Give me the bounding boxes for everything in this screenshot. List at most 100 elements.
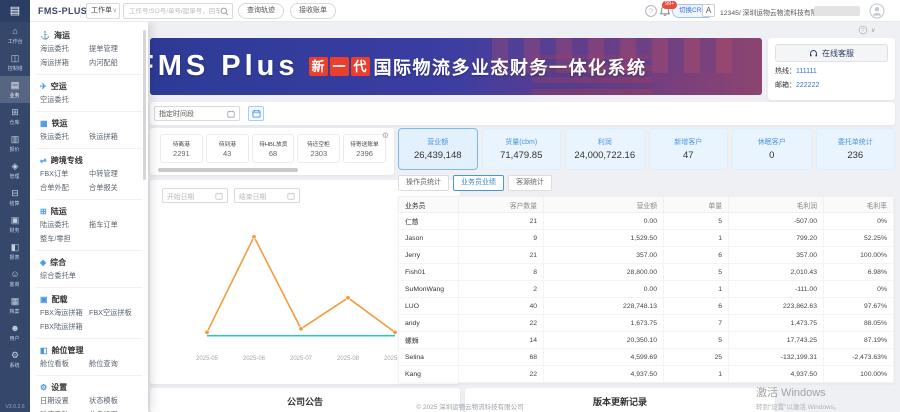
table-row[interactable]: andy221,673.7571,473.7588.05% bbox=[399, 315, 894, 332]
end-date-input[interactable]: 结束日期 bbox=[234, 188, 300, 203]
online-service-button[interactable]: 在线客服 bbox=[775, 44, 888, 62]
menu-item-consol-outsource[interactable]: 合单外配 bbox=[40, 181, 89, 195]
horizontal-scrollbar[interactable] bbox=[158, 168, 298, 172]
font-size-toggle[interactable]: A bbox=[702, 4, 715, 17]
stat-card-dormant-customers[interactable]: 休眠客户0 bbox=[732, 128, 812, 170]
tab-operator-stats[interactable]: 操作员统计 bbox=[398, 175, 449, 191]
divider bbox=[36, 287, 142, 288]
report-icon: ◧ bbox=[11, 242, 20, 252]
table-row[interactable]: SuMonWang20.001-111.000% bbox=[399, 281, 894, 298]
sidebar-item-quotation[interactable]: ▥报价 bbox=[0, 130, 30, 157]
sidebar-item-settlement[interactable]: ⊟结算 bbox=[0, 184, 30, 211]
sidebar-item-archives[interactable]: ▦档案 bbox=[0, 292, 30, 319]
menu-section-composite: ◈综合 综合委托单 bbox=[40, 255, 138, 283]
menu-item-status-template[interactable]: 状态模板 bbox=[89, 394, 138, 408]
search-input[interactable] bbox=[129, 8, 220, 15]
receive-bill-button[interactable]: 接收账单 bbox=[290, 3, 336, 19]
tab-customer-source[interactable]: 客源统计 bbox=[508, 175, 552, 191]
menu-section-stowage: ▣配载 FBX海运拼箱 FBX空运拼板 FBX陆运拼箱 bbox=[40, 292, 138, 334]
table-row[interactable]: 螺蛳1420,350.10517,743.2587.19% bbox=[399, 332, 894, 349]
archive-icon: ▦ bbox=[11, 296, 20, 306]
sidebar-item-business[interactable]: ▤业务 bbox=[0, 76, 30, 103]
app-logo[interactable]: ▤ bbox=[0, 0, 30, 22]
date-picker-button[interactable] bbox=[248, 106, 264, 121]
stat-card-new-customers[interactable]: 新增客户47 bbox=[649, 128, 729, 170]
menu-section-air: ✈空运 空运委托 bbox=[40, 79, 138, 107]
finance-icon: ▣ bbox=[11, 215, 20, 225]
menu-item-composite-booking[interactable]: 综合委托单 bbox=[40, 269, 89, 283]
menu-item-date-settings[interactable]: 日期设置 bbox=[40, 394, 89, 408]
menu-item-slot-query[interactable]: 舱位查询 bbox=[89, 357, 138, 371]
menu-item-bl-management[interactable]: 提单管理 bbox=[89, 42, 138, 56]
stat-card-booking-count[interactable]: 委托单统计236 bbox=[816, 128, 896, 170]
business-icon: ▤ bbox=[11, 80, 20, 90]
sidebar-item-control-tower[interactable]: ◫控制塔 bbox=[0, 49, 30, 76]
tab-sales-performance[interactable]: 业务员业绩 bbox=[453, 175, 504, 191]
time-range-select[interactable]: 指定时间段 bbox=[154, 106, 240, 121]
sidebar-item-warehouse[interactable]: ⊞仓库 bbox=[0, 103, 30, 130]
truck-icon: ⊞ bbox=[40, 207, 47, 216]
menu-item-land-booking[interactable]: 陆运委托 bbox=[40, 218, 89, 232]
menu-item-ocean-lcl[interactable]: 海运拼箱 bbox=[40, 56, 89, 70]
mail-value[interactable]: 222222 bbox=[796, 82, 819, 89]
menu-item-fbx-air-build[interactable]: FBX空运拼板 bbox=[89, 306, 138, 320]
gear-icon[interactable]: ⚙ bbox=[382, 131, 389, 140]
badge-char: 新 bbox=[309, 57, 328, 76]
online-service-label: 在线客服 bbox=[822, 48, 854, 59]
menu-item-fbx-land-lcl[interactable]: FBX陆运拼箱 bbox=[40, 320, 89, 334]
menu-item-difficulty-factor[interactable]: 难度系数 bbox=[40, 408, 89, 412]
menu-item-ftl-ltl[interactable]: 整车/零担 bbox=[40, 232, 89, 246]
table-row[interactable]: Jerry21357.006357.00100.00% bbox=[399, 247, 894, 264]
menu-item-river-feeder[interactable]: 内河配船 bbox=[89, 56, 138, 70]
chip-arrive-pending[interactable]: 待到港43 bbox=[206, 134, 249, 163]
track-query-button[interactable]: 查询轨迹 bbox=[238, 3, 284, 19]
announcements-title: 公司公告 bbox=[287, 397, 323, 407]
sidebar-item-customers[interactable]: ☺客商 bbox=[0, 265, 30, 292]
table-row[interactable]: Jason91,529.501799.2052.25% bbox=[399, 230, 894, 247]
svg-text:?: ? bbox=[862, 28, 865, 34]
menu-item-rail-lcl[interactable]: 铁运拼箱 bbox=[89, 130, 138, 144]
help-icon[interactable]: ? bbox=[644, 4, 658, 18]
menu-item-consol-customs[interactable]: 合单报关 bbox=[89, 181, 138, 195]
chip-empty-return[interactable]: 待还空柜2303 bbox=[297, 134, 340, 163]
ship-icon: ⚓ bbox=[40, 31, 50, 40]
table-row[interactable]: Selina684,599.6925-132,199.31-2,473.63% bbox=[399, 349, 894, 366]
search-icon[interactable] bbox=[220, 7, 229, 16]
chip-depart-pending[interactable]: 待离港2291 bbox=[160, 134, 203, 163]
stat-card-volume[interactable]: 货量(cbm)71,479.85 bbox=[482, 128, 562, 170]
stat-card-revenue[interactable]: 营业额26,439,148 bbox=[398, 128, 478, 170]
sidebar-item-users[interactable]: ☻用户 bbox=[0, 319, 30, 346]
menu-item-fbx-order[interactable]: FBX订单 bbox=[40, 167, 89, 181]
chip-hbl-release[interactable]: 待HBL放货68 bbox=[252, 134, 295, 163]
stat-card-profit[interactable]: 利润24,000,722.16 bbox=[565, 128, 645, 170]
sidebar-item-workbench[interactable]: ⌂工作台 bbox=[0, 22, 30, 49]
menu-item-transit-management[interactable]: 中转管理 bbox=[89, 167, 138, 181]
menu-item-business-settings[interactable]: 业务设置 bbox=[89, 408, 138, 412]
user-avatar[interactable] bbox=[869, 3, 885, 19]
search-scope-select[interactable]: 工作单 ∨ bbox=[86, 3, 120, 19]
start-date-input[interactable]: 开始日期 bbox=[162, 188, 228, 203]
warehouse-icon: ⊞ bbox=[11, 107, 19, 117]
menu-item-ocean-booking[interactable]: 海运委托 bbox=[40, 42, 89, 56]
table-row[interactable]: Fish01828,800.0052,010.436.98% bbox=[399, 264, 894, 281]
menu-item-rail-booking[interactable]: 铁运委托 bbox=[40, 130, 89, 144]
banner-title: 国际物流多业态财务一体化系统 bbox=[374, 54, 647, 80]
menu-item-slot-board[interactable]: 舱位看板 bbox=[40, 357, 89, 371]
crossborder-icon: ⇌ bbox=[40, 156, 47, 165]
stat-cards-row: 营业额26,439,148 货量(cbm)71,479.85 利润24,000,… bbox=[398, 128, 895, 170]
sidebar-item-reports[interactable]: ◧报表 bbox=[0, 238, 30, 265]
sidebar-item-management[interactable]: ◈管理 bbox=[0, 157, 30, 184]
sidebar-item-system[interactable]: ⚙系统 bbox=[0, 346, 30, 373]
table-row[interactable]: Kang224,937.5014,937.50100.00% bbox=[399, 366, 894, 383]
menu-item-fbx-ocean-lcl[interactable]: FBX海运拼箱 bbox=[40, 306, 89, 320]
menu-item-air-booking[interactable]: 空运委托 bbox=[40, 93, 89, 107]
menu-item-trailer-order[interactable]: 拖车订单 bbox=[89, 218, 138, 232]
table-row[interactable]: 仁慈210.005-507.000% bbox=[399, 213, 894, 230]
sidebar-item-finance[interactable]: ▣财务 bbox=[0, 211, 30, 238]
hotline-number[interactable]: 111111 bbox=[796, 68, 817, 75]
service-card: 在线客服 热线：111111 邮箱：222222 bbox=[768, 38, 895, 100]
page-help-toggle[interactable]: ? ∨ bbox=[858, 25, 875, 35]
table-row[interactable]: LUO40228,748.136223,862.6397.67% bbox=[399, 298, 894, 315]
menu-scrollbar[interactable] bbox=[143, 30, 146, 180]
chip-bill-send[interactable]: 待寄送账单2396 bbox=[343, 134, 386, 163]
